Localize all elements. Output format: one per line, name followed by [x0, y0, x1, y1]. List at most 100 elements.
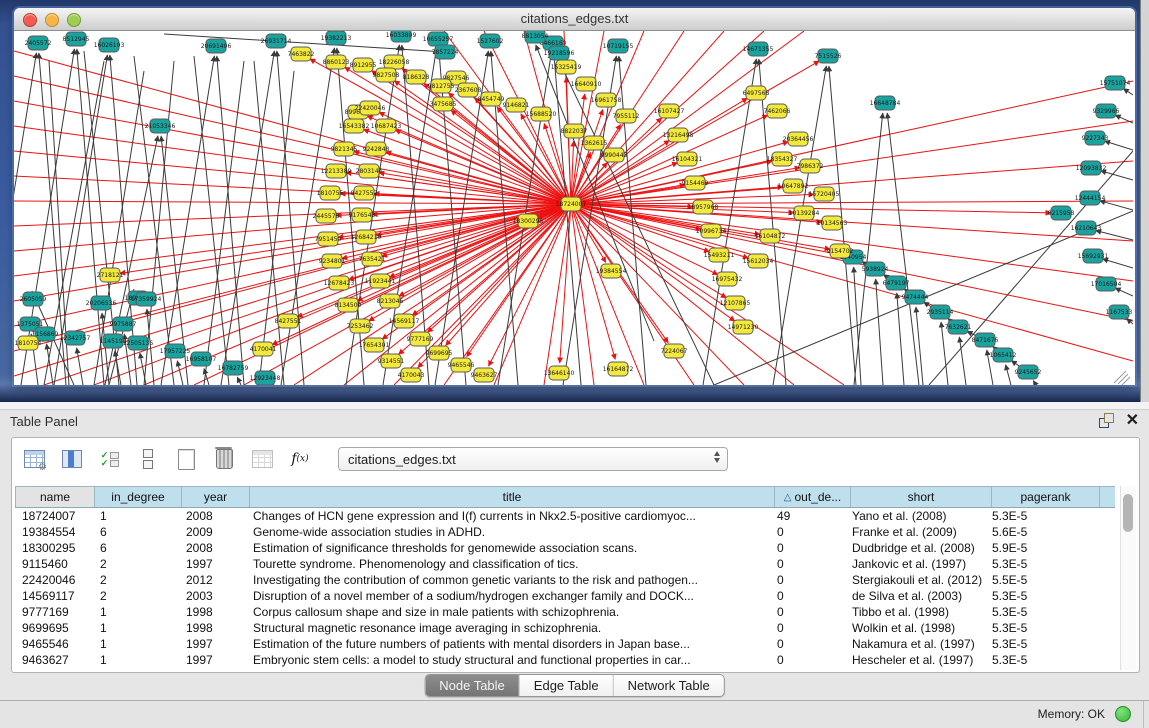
network-view-window[interactable]: citations_edges.txt 18724007240557285129… [14, 8, 1135, 385]
cell-pagerank[interactable]: 5.3E-5 [985, 604, 1092, 620]
red-edge[interactable] [363, 129, 571, 204]
black-edge[interactable] [916, 307, 923, 385]
cell-out_degree[interactable]: 0 [770, 652, 845, 668]
cell-year[interactable]: 2012 [179, 572, 246, 588]
cell-name[interactable]: 9777169 [15, 604, 93, 620]
black-edge[interactable] [177, 361, 183, 385]
black-edge[interactable] [1103, 259, 1133, 268]
black-edge[interactable] [1033, 381, 1036, 385]
cell-out_degree[interactable]: 0 [770, 556, 845, 572]
table-row[interactable]: 911546021997Tourette syndrome. Phenomeno… [15, 556, 1115, 572]
cell-title[interactable]: Embryonic stem cells: a model to study s… [246, 652, 770, 668]
black-edge[interactable] [1114, 371, 1126, 383]
column-header-name[interactable]: name [15, 487, 95, 507]
cell-pagerank[interactable]: 5.5E-5 [985, 572, 1092, 588]
red-edge[interactable] [560, 204, 571, 363]
function-builder-icon[interactable]: f(x) [288, 447, 312, 471]
cell-year[interactable]: 2009 [179, 524, 246, 540]
column-visibility-icon[interactable] [60, 447, 84, 471]
cell-in_degree[interactable]: 1 [93, 620, 179, 636]
row-selection-icon[interactable]: ✓✓ [98, 447, 122, 471]
table-row[interactable]: 2242004622012Investigating the contribut… [15, 572, 1115, 588]
cell-short[interactable]: Wolkin et al. (1998) [845, 620, 985, 636]
cell-year[interactable]: 1997 [179, 556, 246, 572]
merge-tables-icon[interactable] [136, 447, 160, 471]
table-row[interactable]: 1938455462009Genome-wide association stu… [15, 524, 1115, 540]
cell-out_degree[interactable]: 0 [770, 540, 845, 556]
cell-short[interactable]: Dudbridge et al. (2008) [845, 540, 985, 556]
table-row[interactable]: 1456911722003Disruption of a novel membe… [15, 588, 1115, 604]
cell-pagerank[interactable]: 5.3E-5 [985, 636, 1092, 652]
cell-short[interactable]: Nakamura et al. (1997) [845, 636, 985, 652]
cell-pagerank[interactable]: 5.3E-5 [985, 620, 1092, 636]
cell-year[interactable]: 2008 [179, 508, 246, 524]
cell-title[interactable]: Corpus callosum shape and size in male p… [246, 604, 770, 620]
cell-out_degree[interactable]: 0 [770, 620, 845, 636]
cell-out_degree[interactable]: 0 [770, 524, 845, 540]
cell-short[interactable]: de Silva et al. (2003) [845, 588, 985, 604]
table-row[interactable]: 977716911998Corpus callosum shape and si… [15, 604, 1115, 620]
delete-rows-icon[interactable] [212, 447, 236, 471]
cell-out_degree[interactable]: 0 [770, 636, 845, 652]
cell-title[interactable]: Estimation of the future numbers of pati… [246, 636, 770, 652]
cell-year[interactable]: 1998 [179, 604, 246, 620]
cell-title[interactable]: Changes of HCN gene expression and I(f) … [246, 508, 770, 524]
cell-pagerank[interactable]: 5.3E-5 [985, 556, 1092, 572]
black-edge[interactable] [237, 377, 241, 385]
cell-in_degree[interactable]: 6 [93, 540, 179, 556]
cell-title[interactable]: Tourette syndrome. Phenomenology and cla… [246, 556, 770, 572]
black-edge[interactable] [1100, 201, 1133, 210]
table-selector-dropdown[interactable]: citations_edges.txt [338, 447, 728, 471]
table-settings-icon[interactable]: ⚙ [22, 447, 46, 471]
cell-pagerank[interactable]: 5.6E-5 [985, 524, 1092, 540]
cell-out_degree[interactable]: 0 [770, 572, 845, 588]
black-edge[interactable] [1123, 89, 1133, 95]
cell-name[interactable]: 22420046 [15, 572, 93, 588]
cell-short[interactable]: Yano et al. (2008) [845, 508, 985, 524]
cell-in_degree[interactable]: 1 [93, 604, 179, 620]
column-header-in_degree[interactable]: in_degree [95, 487, 182, 507]
cell-name[interactable]: 9699695 [15, 620, 93, 636]
cell-name[interactable]: 19384554 [15, 524, 93, 540]
cell-in_degree[interactable]: 2 [93, 556, 179, 572]
black-edge[interactable] [217, 56, 244, 385]
cell-title[interactable]: Structural magnetic resonance image aver… [246, 620, 770, 636]
black-edge[interactable] [619, 56, 646, 385]
column-header-year[interactable]: year [182, 487, 250, 507]
red-edge[interactable] [571, 201, 1133, 204]
black-edge[interactable] [703, 59, 756, 385]
red-edge[interactable] [418, 204, 571, 368]
cell-out_degree[interactable]: 49 [770, 508, 845, 524]
cell-name[interactable]: 9463627 [15, 652, 93, 668]
tab-node-table[interactable]: Node Table [425, 675, 520, 696]
table-row[interactable]: 1830029562008Estimation of significance … [15, 540, 1115, 556]
cell-year[interactable]: 1998 [179, 620, 246, 636]
column-header-pagerank[interactable]: pagerank [992, 487, 1100, 507]
black-edge[interactable] [1006, 365, 1011, 385]
network-window-titlebar[interactable]: citations_edges.txt [14, 8, 1135, 31]
cell-name[interactable]: 14569117 [15, 588, 93, 604]
red-edge[interactable] [571, 204, 710, 252]
cell-title[interactable]: Estimation of significance thresholds fo… [246, 540, 770, 556]
column-header-short[interactable]: short [851, 487, 992, 507]
cell-pagerank[interactable]: 5.3E-5 [985, 588, 1092, 604]
cell-year[interactable]: 2008 [179, 540, 246, 556]
tab-edge-table[interactable]: Edge Table [520, 675, 614, 696]
table-scrollbar[interactable] [1120, 486, 1136, 670]
table-row[interactable]: 946554611997Estimation of the future num… [15, 636, 1115, 652]
cell-year[interactable]: 1997 [179, 652, 246, 668]
column-header-out_degree[interactable]: △out_de... [775, 487, 851, 507]
cell-in_degree[interactable]: 2 [93, 572, 179, 588]
cell-title[interactable]: Investigating the contribution of common… [246, 572, 770, 588]
cell-out_degree[interactable]: 0 [770, 604, 845, 620]
close-panel-icon[interactable]: ✕ [1126, 413, 1139, 428]
black-edge[interactable] [1115, 115, 1133, 123]
cell-out_degree[interactable]: 0 [770, 588, 845, 604]
black-edge[interactable] [77, 348, 83, 385]
cell-year[interactable]: 1997 [179, 636, 246, 652]
cell-short[interactable]: Franke et al. (2009) [845, 524, 985, 540]
cell-name[interactable]: 18300295 [15, 540, 93, 556]
float-panel-icon[interactable] [1099, 413, 1114, 428]
black-edge[interactable] [1115, 288, 1133, 296]
cell-in_degree[interactable]: 1 [93, 652, 179, 668]
